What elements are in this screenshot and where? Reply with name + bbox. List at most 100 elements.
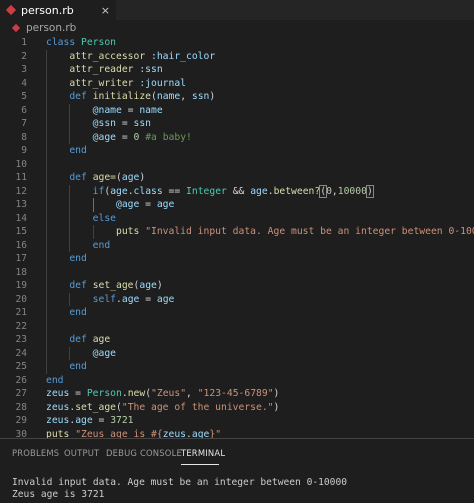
code-line[interactable]: 5 def initialize(name, ssn) — [0, 90, 474, 104]
code-token: age — [75, 415, 93, 426]
code-line[interactable]: 1 class Person — [0, 36, 474, 50]
code-line[interactable]: 13 @age = age — [0, 198, 474, 212]
code-text: attr_accessor :hair_color — [46, 50, 215, 64]
code-token: class — [46, 37, 81, 48]
code-line[interactable]: 18 — [0, 266, 474, 280]
code-text: end — [46, 374, 64, 388]
code-token: self — [92, 293, 117, 305]
code-token: new — [127, 388, 146, 399]
line-number: 28 — [15, 401, 27, 413]
code-token: = — [139, 199, 157, 210]
code-token: @age — [92, 347, 117, 359]
code-line[interactable]: 26 end — [0, 374, 474, 388]
code-token: puts — [116, 226, 140, 237]
code-text: end — [46, 360, 87, 374]
line-number: 26 — [15, 374, 27, 386]
indent-guide — [92, 198, 94, 212]
code-token: end — [69, 253, 87, 264]
code-token: age — [92, 334, 111, 345]
code-line[interactable]: 19 def set_age(age) — [0, 279, 474, 293]
code-text: end — [46, 252, 87, 266]
code-token: = — [116, 118, 134, 129]
code-line[interactable]: 14 else — [0, 212, 474, 226]
indent-guide — [46, 49, 47, 374]
code-token: = — [116, 131, 134, 143]
tab-output[interactable]: OUTPUT — [64, 448, 99, 458]
code-token: def — [69, 91, 93, 102]
line-number: 14 — [15, 212, 27, 224]
code-token: :ssn — [139, 64, 163, 75]
code-token: end — [69, 361, 87, 372]
terminal-line: Zeus age is 3721 — [12, 489, 105, 500]
line-number: 25 — [15, 361, 27, 372]
code-line[interactable]: 27 zeus = Person.new("Zeus", "123-45-6789… — [0, 387, 474, 401]
line-number: 22 — [15, 320, 27, 332]
code-line[interactable]: 6 @name = name — [0, 104, 474, 118]
code-line[interactable]: 17 end — [0, 252, 474, 266]
code-line[interactable]: 11 def age=(age) — [0, 171, 474, 185]
code-token: between? — [273, 185, 321, 197]
breadcrumb-file[interactable]: person.rb — [26, 22, 76, 34]
code-token: "Zeus" — [151, 388, 187, 399]
code-line[interactable]: 20 self.age = age — [0, 293, 474, 307]
code-line[interactable]: 28 zeus.set_age("The age of the universe.… — [0, 401, 474, 415]
tab-terminal[interactable]: TERMINAL — [181, 448, 225, 458]
code-token: = — [92, 415, 111, 426]
code-token: 3721 — [110, 415, 134, 426]
tab-debug-console[interactable]: DEBUG CONSOLE — [106, 448, 182, 458]
code-token: if — [92, 185, 105, 197]
code-editor[interactable]: 1 class Person 2 attr_accessor :hair_color… — [0, 36, 474, 440]
ruby-file-icon — [5, 4, 17, 16]
line-number: 21 — [15, 307, 27, 318]
code-text: attr_reader :ssn — [46, 63, 163, 77]
code-line[interactable]: 24 @age — [0, 347, 474, 361]
tab-person-rb[interactable]: person.rb × — [0, 0, 116, 20]
code-token: :journal — [139, 77, 187, 89]
line-number: 17 — [15, 253, 27, 264]
code-line[interactable]: 7 @ssn = ssn — [0, 117, 474, 131]
line-number: 9 — [21, 145, 27, 156]
code-text: @age — [46, 347, 116, 361]
tab-problems[interactable]: PROBLEMS — [12, 448, 59, 458]
code-line[interactable]: 16 end — [0, 239, 474, 253]
code-token: ) — [273, 401, 280, 413]
code-token: attr_reader — [69, 64, 134, 75]
code-text: end — [46, 144, 87, 158]
code-line[interactable]: 21 end — [0, 306, 474, 320]
code-token: "The age of the universe." — [121, 401, 274, 413]
code-token: @ssn — [92, 118, 117, 129]
line-number: 7 — [21, 118, 27, 129]
code-token: "123-45-6789" — [197, 388, 274, 399]
code-text: class Person — [46, 36, 116, 50]
line-number: 6 — [21, 104, 27, 116]
code-text: def set_age(age) — [46, 279, 163, 293]
code-line[interactable]: 9 end — [0, 144, 474, 158]
code-token: Integer — [186, 185, 227, 197]
code-line[interactable]: 4 attr_writer :journal — [0, 77, 474, 91]
code-token: ) — [156, 280, 163, 291]
terminal-line: Invalid input data. Age must be an integ… — [12, 477, 348, 488]
indent-guide — [69, 292, 71, 306]
code-token: end — [69, 145, 87, 156]
code-token: attr_accessor — [69, 50, 146, 62]
code-line[interactable]: 29 zeus.age = 3721 — [0, 414, 474, 428]
code-line[interactable]: 23 def age — [0, 333, 474, 347]
code-text: self.age = age — [46, 293, 175, 307]
code-line[interactable]: 22 — [0, 320, 474, 334]
line-number: 18 — [15, 266, 27, 278]
code-line[interactable]: 15 puts "Invalid input data. Age must be… — [0, 225, 474, 239]
code-text: zeus.set_age("The age of the universe.") — [46, 401, 279, 415]
code-line[interactable]: 3 attr_reader :ssn — [0, 63, 474, 77]
code-line[interactable]: 12 if(age.class == Integer && age.betwee… — [0, 184, 474, 199]
code-line[interactable]: 10 — [0, 158, 474, 172]
close-icon[interactable]: × — [101, 4, 110, 17]
code-line[interactable]: 8 @age = 0 #a baby! — [0, 131, 474, 145]
code-line[interactable]: 25 end — [0, 360, 474, 374]
code-line[interactable]: 2 attr_accessor :hair_color — [0, 50, 474, 64]
